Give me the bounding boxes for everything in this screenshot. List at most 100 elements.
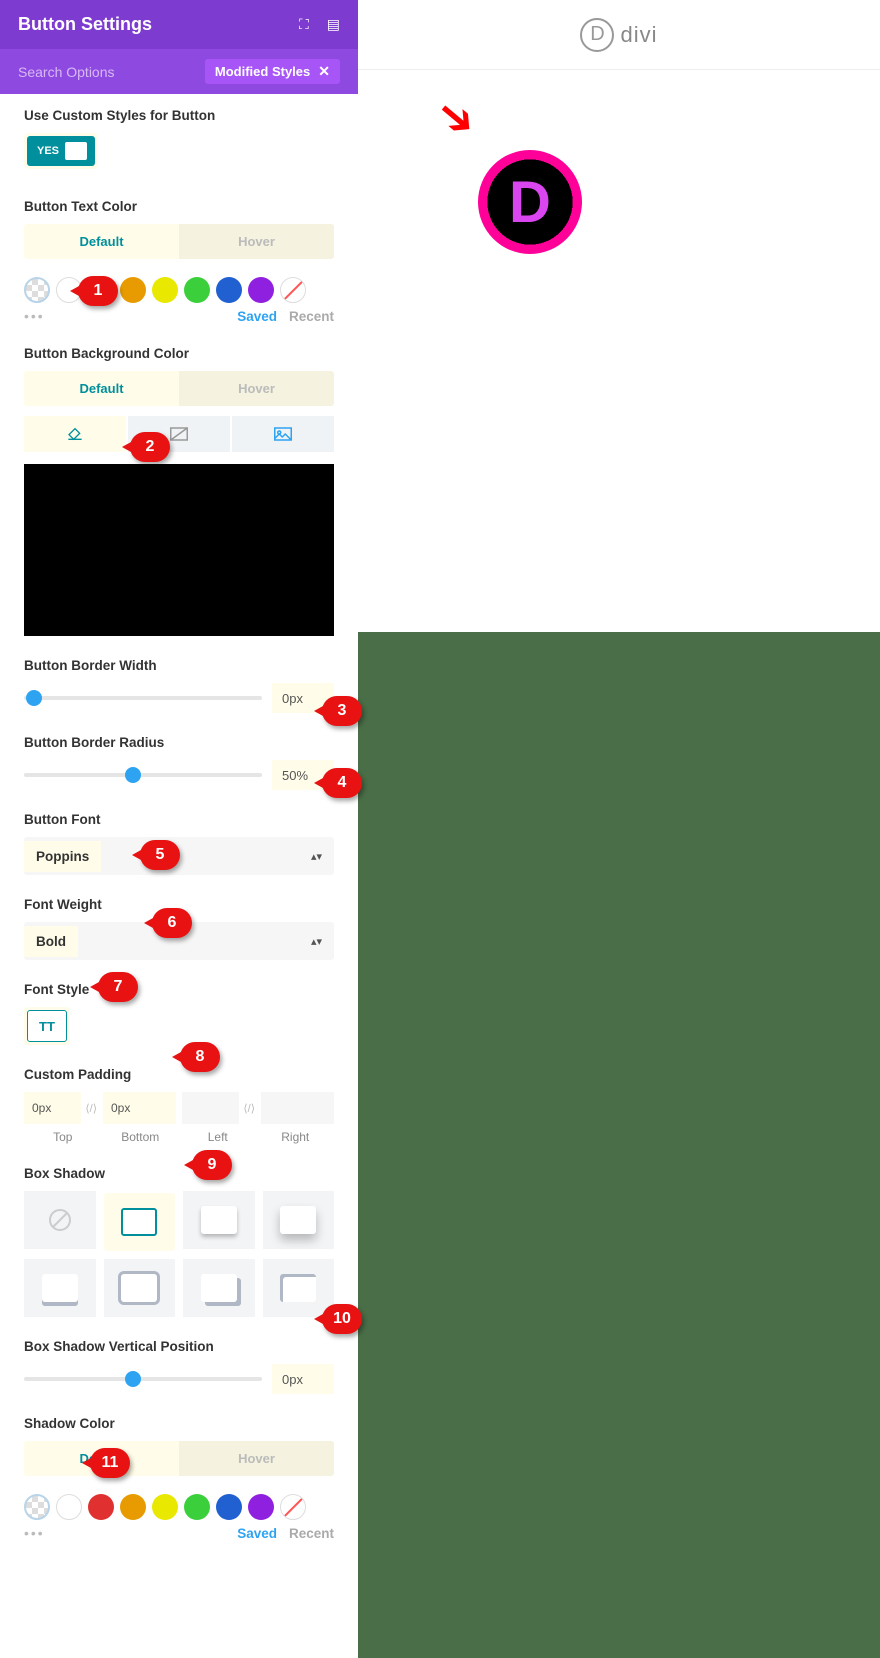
- tab-default[interactable]: Default: [24, 224, 179, 259]
- search-options-link[interactable]: Search Options: [18, 64, 115, 80]
- saved-colors-link[interactable]: Saved: [237, 1526, 277, 1541]
- shadow-preset-4[interactable]: [24, 1259, 96, 1317]
- padding-bottom-label: Bottom: [102, 1130, 180, 1144]
- box-shadow-options: [24, 1191, 334, 1317]
- bg-tab-color[interactable]: [24, 416, 126, 452]
- padding-bottom-input[interactable]: 0px: [103, 1092, 176, 1124]
- shadow-vertical-label: Box Shadow Vertical Position: [24, 1339, 334, 1354]
- custom-styles-label: Use Custom Styles for Button: [24, 108, 334, 123]
- preview-result-badge: D: [478, 150, 582, 254]
- swatch-transparent[interactable]: [24, 277, 50, 303]
- shadow-preset-3[interactable]: [263, 1191, 335, 1249]
- divi-logo-text: divi: [620, 22, 657, 48]
- chevron-updown-icon: ▴▾: [311, 935, 322, 948]
- modified-styles-chip[interactable]: Modified Styles ✕: [205, 59, 340, 84]
- annotation-callout-1: 1: [78, 276, 118, 306]
- swatch-white[interactable]: [56, 1494, 82, 1520]
- saved-colors-link[interactable]: Saved: [237, 309, 277, 324]
- shadow-vertical-value[interactable]: 0px: [272, 1364, 334, 1394]
- preview-result-letter: D: [489, 161, 571, 243]
- more-swatches-icon[interactable]: •••: [24, 308, 45, 324]
- swatch-blue[interactable]: [216, 1494, 242, 1520]
- preview-header: D divi: [358, 0, 880, 70]
- shadow-color-swatches: [24, 1494, 334, 1520]
- annotation-callout-8: 8: [180, 1042, 220, 1072]
- shadow-color-label: Shadow Color: [24, 1416, 334, 1431]
- recent-colors-link[interactable]: Recent: [289, 1526, 334, 1541]
- toggle-knob: [65, 142, 87, 160]
- select-value: Poppins: [24, 841, 101, 872]
- annotation-callout-2: 2: [130, 432, 170, 462]
- shadow-none[interactable]: [24, 1191, 96, 1249]
- swatch-green[interactable]: [184, 277, 210, 303]
- swatch-yellow[interactable]: [152, 1494, 178, 1520]
- settings-title: Button Settings: [18, 14, 152, 35]
- annotation-callout-11: 11: [90, 1448, 130, 1478]
- chip-label: Modified Styles: [215, 64, 310, 79]
- chevron-updown-icon: ▴▾: [311, 850, 322, 863]
- annotation-callout-10: 10: [322, 1304, 362, 1334]
- swatch-none[interactable]: [280, 1494, 306, 1520]
- swatch-purple[interactable]: [248, 1494, 274, 1520]
- padding-right-input[interactable]: [261, 1092, 334, 1124]
- annotation-callout-7: 7: [98, 972, 138, 1002]
- swatch-green[interactable]: [184, 1494, 210, 1520]
- swatch-purple[interactable]: [248, 277, 274, 303]
- annotation-callout-6: 6: [152, 908, 192, 938]
- shadow-preset-6[interactable]: [183, 1259, 255, 1317]
- select-value: Bold: [24, 926, 78, 957]
- grid-view-icon[interactable]: ▤: [327, 16, 340, 33]
- button-font-label: Button Font: [24, 812, 334, 827]
- border-radius-slider[interactable]: [24, 773, 262, 777]
- padding-right-label: Right: [257, 1130, 335, 1144]
- border-width-slider[interactable]: [24, 696, 262, 700]
- padding-top-input[interactable]: 0px: [24, 1092, 81, 1124]
- border-width-label: Button Border Width: [24, 658, 334, 673]
- tab-default[interactable]: Default: [24, 371, 179, 406]
- tab-hover[interactable]: Hover: [179, 224, 334, 259]
- swatch-none[interactable]: [280, 277, 306, 303]
- annotation-callout-9: 9: [192, 1150, 232, 1180]
- button-text-color-label: Button Text Color: [24, 199, 334, 214]
- shadow-preset-1[interactable]: [104, 1193, 176, 1251]
- bg-type-tabs: [24, 416, 334, 452]
- swatch-blue[interactable]: [216, 277, 242, 303]
- shadow-preset-2[interactable]: [183, 1191, 255, 1249]
- tab-hover[interactable]: Hover: [179, 371, 334, 406]
- border-radius-label: Button Border Radius: [24, 735, 334, 750]
- bg-color-preview[interactable]: [24, 464, 334, 636]
- custom-padding-label: Custom Padding: [24, 1067, 334, 1082]
- tab-hover[interactable]: Hover: [179, 1441, 334, 1476]
- more-swatches-icon[interactable]: •••: [24, 1525, 45, 1541]
- shadow-vertical-slider[interactable]: [24, 1377, 262, 1381]
- padding-top-label: Top: [24, 1130, 102, 1144]
- shadow-preset-5[interactable]: [104, 1259, 176, 1317]
- expand-icon[interactable]: ⛶: [299, 16, 309, 33]
- swatch-yellow[interactable]: [152, 277, 178, 303]
- custom-styles-toggle[interactable]: YES: [27, 136, 95, 166]
- bg-tab-image[interactable]: [232, 416, 334, 452]
- settings-header: Button Settings ⛶ ▤: [0, 0, 358, 49]
- divi-logo-icon: D: [580, 18, 614, 52]
- shadow-color-tabs: Default Hover: [24, 1441, 334, 1476]
- link-icon[interactable]: ⟨/⟩: [243, 1102, 255, 1115]
- swatch-transparent[interactable]: [24, 1494, 50, 1520]
- toggle-text: YES: [37, 145, 59, 157]
- annotation-callout-3: 3: [322, 696, 362, 726]
- padding-left-label: Left: [179, 1130, 257, 1144]
- preview-background: [358, 632, 880, 1658]
- settings-subheader: Search Options Modified Styles ✕: [0, 49, 358, 94]
- annotation-callout-5: 5: [140, 840, 180, 870]
- swatch-red[interactable]: [88, 1494, 114, 1520]
- font-style-label: Font Style: [24, 982, 334, 997]
- text-color-tabs: Default Hover: [24, 224, 334, 259]
- link-icon[interactable]: ⟨/⟩: [85, 1102, 97, 1115]
- close-icon[interactable]: ✕: [318, 63, 330, 80]
- bg-color-tabs: Default Hover: [24, 371, 334, 406]
- swatch-orange[interactable]: [120, 277, 146, 303]
- uppercase-button[interactable]: TT: [27, 1010, 67, 1042]
- swatch-orange[interactable]: [120, 1494, 146, 1520]
- annotation-callout-4: 4: [322, 768, 362, 798]
- padding-left-input[interactable]: [182, 1092, 239, 1124]
- recent-colors-link[interactable]: Recent: [289, 309, 334, 324]
